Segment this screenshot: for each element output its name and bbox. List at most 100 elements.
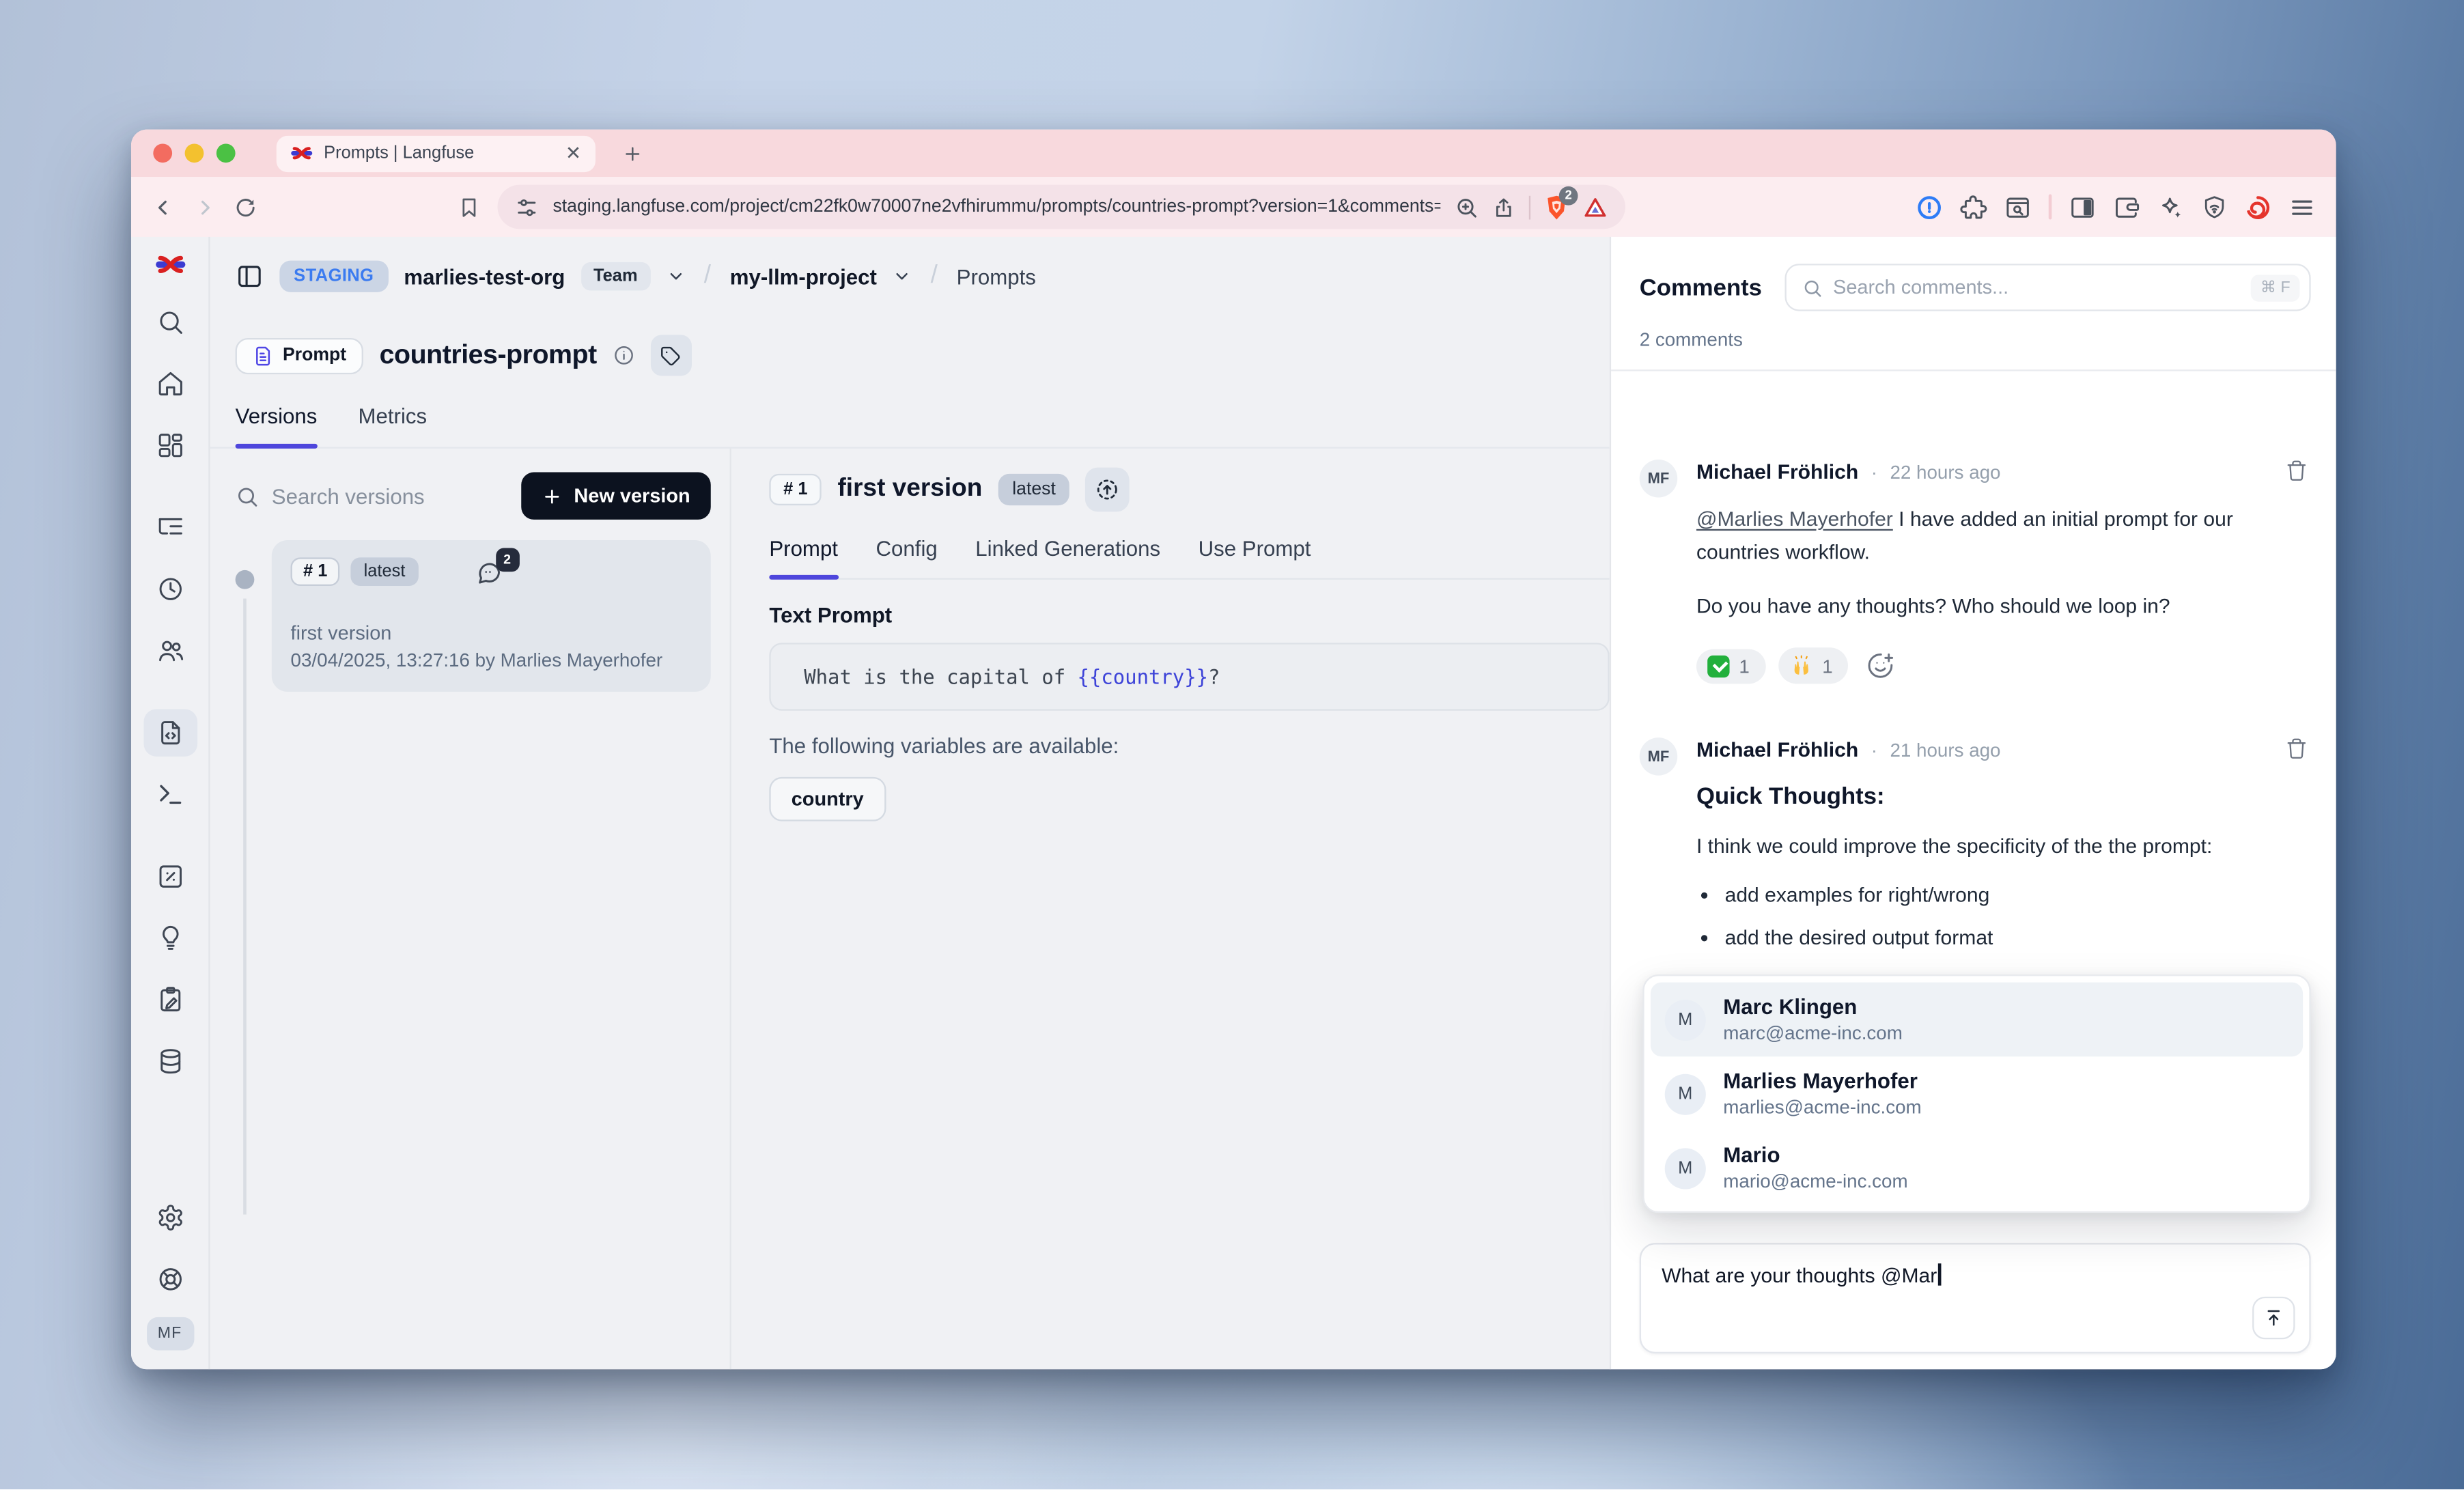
tab-use-prompt[interactable]: Use Prompt: [1199, 537, 1311, 578]
sidebar-support-lifebuoy-icon[interactable]: [143, 1256, 197, 1303]
user-avatar[interactable]: MF: [146, 1317, 193, 1351]
brave-shield-icon[interactable]: 2: [1545, 193, 1569, 220]
menu-hamburger-icon[interactable]: [2288, 193, 2315, 220]
submit-comment-button[interactable]: [2252, 1297, 2295, 1339]
mention-link[interactable]: @Marlies Mayerhofer: [1696, 507, 1893, 531]
maximize-window-button[interactable]: [216, 143, 236, 163]
comment-timestamp: 21 hours ago: [1890, 740, 2000, 761]
sidebar-annotation-icon[interactable]: [143, 976, 197, 1023]
sidebar-datasets-icon[interactable]: [143, 1038, 197, 1085]
tag-button[interactable]: [650, 335, 691, 376]
password-manager-icon[interactable]: [1916, 193, 1942, 220]
sidebar-search-icon[interactable]: [143, 298, 197, 346]
org-chevron-down-icon[interactable]: [666, 267, 685, 286]
tab-config[interactable]: Config: [876, 537, 937, 578]
version-detail-panel: # 1 first version latest Prompt Config L…: [731, 449, 1610, 1369]
breadcrumb-section[interactable]: Prompts: [957, 264, 1036, 288]
archive-search-icon[interactable]: [2004, 193, 2031, 220]
mention-option-marc[interactable]: M Marc Klingen marc@acme-inc.com: [1651, 983, 2303, 1057]
shield-block-count: 2: [1559, 186, 1578, 205]
search-shortcut-badge: ⌘ F: [2251, 274, 2299, 300]
comment-text: @Marlies Mayerhofer I have added an init…: [1696, 502, 2311, 570]
new-tab-button[interactable]: [622, 143, 643, 163]
wallet-icon[interactable]: [2114, 193, 2140, 220]
info-icon[interactable]: [613, 344, 634, 366]
sidebar-lightbulb-icon[interactable]: [143, 914, 197, 961]
delete-comment-icon[interactable]: [2286, 460, 2308, 481]
address-bar[interactable]: staging.langfuse.com/project/cm22fk0w700…: [498, 185, 1625, 229]
add-reaction-icon[interactable]: [1868, 653, 1894, 679]
comment-text: I think we could improve the specificity…: [1696, 830, 2311, 864]
comment-input[interactable]: What are your thoughts @Mar: [1640, 1243, 2311, 1353]
raised-hands-emoji: [1789, 654, 1813, 678]
team-badge[interactable]: Team: [581, 262, 651, 291]
comments-panel: Comments Search comments... ⌘ F 2 commen…: [1610, 237, 2336, 1369]
latest-badge: latest: [351, 557, 418, 586]
staging-badge: STAGING: [279, 261, 388, 292]
detail-latest-badge: latest: [998, 474, 1069, 505]
vpn-shield-icon[interactable]: [2202, 193, 2227, 220]
new-version-button[interactable]: New version: [522, 473, 711, 520]
tab-versions[interactable]: Versions: [236, 392, 318, 447]
extensions-puzzle-icon[interactable]: [1960, 193, 1987, 220]
sidebar-sessions-clock-icon[interactable]: [143, 565, 197, 613]
sidebar-panel-icon[interactable]: [2069, 193, 2096, 220]
delete-comment-icon[interactable]: [2286, 738, 2308, 760]
forward-icon[interactable]: [193, 195, 216, 219]
tab-metrics[interactable]: Metrics: [359, 392, 428, 447]
share-icon[interactable]: [1493, 195, 1515, 219]
back-icon[interactable]: [152, 195, 176, 219]
comment-item: MF Michael Fröhlich · 22 hours ago @Marl…: [1640, 460, 2311, 684]
zoom-page-icon[interactable]: [1455, 195, 1479, 219]
search-versions-input[interactable]: Search versions: [236, 484, 509, 508]
new-version-label: New version: [574, 485, 690, 507]
sidebar-users-icon[interactable]: [143, 627, 197, 674]
panel-toggle-icon[interactable]: [236, 262, 264, 291]
promote-version-button[interactable]: [1086, 468, 1130, 512]
sidebar-home-icon[interactable]: [143, 360, 197, 407]
comments-count: 2 comments: [1611, 311, 2336, 370]
sidebar-dashboard-icon[interactable]: [143, 422, 197, 469]
red-swirl-extension-icon[interactable]: [2245, 193, 2271, 220]
search-versions-placeholder: Search versions: [272, 484, 425, 508]
detail-version-number-badge: # 1: [769, 474, 822, 505]
org-name[interactable]: marlies-test-org: [404, 264, 565, 288]
tab-linked-generations[interactable]: Linked Generations: [975, 537, 1160, 578]
comment-bullet: add examples for right/wrong: [1725, 880, 2311, 910]
reload-icon[interactable]: [234, 195, 257, 219]
comment-bubble-icon[interactable]: 2: [475, 559, 501, 585]
toolbar-divider: [2049, 194, 2052, 219]
timeline-dot: [236, 570, 255, 589]
sidebar-settings-gear-icon[interactable]: [143, 1194, 197, 1241]
url-text[interactable]: staging.langfuse.com/project/cm22fk0w700…: [552, 197, 1440, 216]
tab-prompt[interactable]: Prompt: [769, 537, 838, 578]
tab-close-icon[interactable]: ✕: [565, 143, 581, 163]
version-list-item[interactable]: # 1 latest 2 first version 03/04/2025, 1…: [272, 540, 711, 692]
address-bar-divider: [1529, 195, 1530, 219]
project-chevron-down-icon[interactable]: [893, 267, 912, 286]
project-name[interactable]: my-llm-project: [730, 264, 877, 288]
browser-tab[interactable]: Prompts | Langfuse ✕: [277, 135, 596, 171]
sidebar-tracing-icon[interactable]: [143, 504, 197, 551]
comment-draft-text: What are your thoughts @Mar: [1662, 1263, 1937, 1287]
comments-list: MF Michael Fröhlich · 22 hours ago @Marl…: [1611, 371, 2336, 1370]
search-comments-placeholder: Search comments...: [1833, 277, 2240, 298]
sidebar-prompts-icon[interactable]: [143, 709, 197, 756]
leo-ai-sparkle-icon[interactable]: [2157, 193, 2184, 220]
site-settings-icon[interactable]: [515, 195, 539, 219]
avatar: M: [1665, 999, 1706, 1040]
reaction-pill-raised-hands[interactable]: 1: [1778, 648, 1849, 684]
reaction-pill-check[interactable]: 1: [1696, 649, 1765, 684]
sidebar-evaluation-icon[interactable]: [143, 853, 197, 900]
mention-option-marlies[interactable]: M Marlies Mayerhofer marlies@acme-inc.co…: [1651, 1056, 2303, 1131]
minimize-window-button[interactable]: [185, 143, 204, 163]
close-window-button[interactable]: [153, 143, 172, 163]
mention-option-mario[interactable]: M Mario mario@acme-inc.com: [1651, 1131, 2303, 1205]
page-header: Prompt countries-prompt: [210, 316, 1610, 392]
sidebar-playground-icon[interactable]: [143, 771, 197, 818]
bookmark-icon[interactable]: [458, 195, 480, 219]
breadcrumb: STAGING marlies-test-org Team / my-llm-p…: [210, 237, 1610, 316]
search-comments-input[interactable]: Search comments... ⌘ F: [1784, 264, 2310, 311]
brave-rewards-icon[interactable]: [1582, 195, 1608, 219]
langfuse-logo[interactable]: [154, 254, 185, 275]
